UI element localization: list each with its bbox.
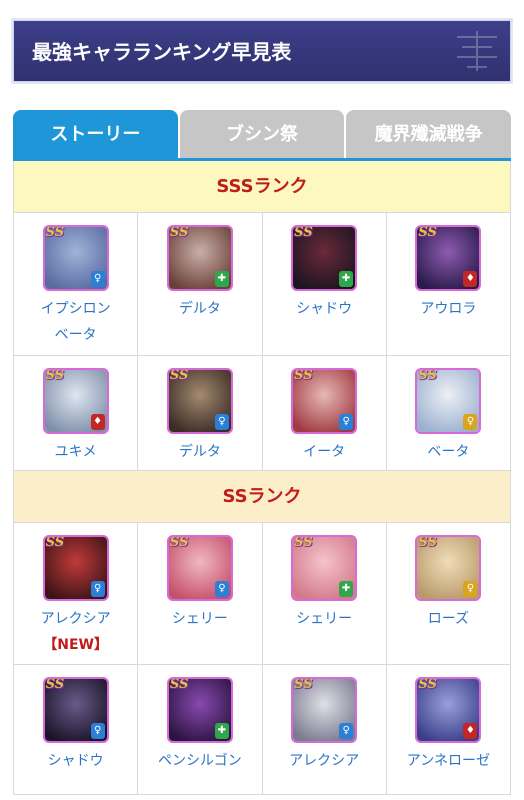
character-portrait[interactable]: SS ♀ bbox=[415, 368, 482, 434]
character-name[interactable]: アンネローゼ bbox=[387, 748, 510, 774]
role-icon: ♀ bbox=[90, 723, 105, 739]
role-icon: ♀ bbox=[90, 581, 105, 597]
character-name[interactable]: デルタ bbox=[138, 296, 261, 322]
character-name[interactable]: シャドウ bbox=[14, 748, 137, 774]
character-card[interactable]: SS ♀ アレクシア【NEW】 bbox=[13, 523, 139, 665]
role-icon: ♦ bbox=[463, 723, 478, 739]
character-portrait[interactable]: SS ✚ bbox=[166, 225, 233, 291]
ranking-grid: SSSランク SS ♀ イプシロン ベータ SS ✚ デルタ SS ✚ シャドウ SS ♦ アウロラ SS ♦… bbox=[13, 161, 511, 795]
character-card[interactable]: SS ♀ シャドウ bbox=[13, 665, 139, 795]
character-name[interactable]: アレクシア bbox=[263, 748, 386, 774]
rarity-badge-icon: SS bbox=[418, 368, 437, 383]
character-card[interactable]: SS ♀ デルタ bbox=[138, 356, 263, 471]
character-name-second[interactable]: ベータ bbox=[14, 322, 137, 348]
character-card[interactable]: SS ✚ シャドウ bbox=[262, 213, 387, 356]
character-card[interactable]: SS ♦ アンネローゼ bbox=[386, 665, 511, 795]
role-icon: ♀ bbox=[214, 414, 229, 430]
role-icon: ♀ bbox=[339, 723, 354, 739]
character-portrait[interactable]: SS ♀ bbox=[291, 677, 358, 743]
character-card[interactable]: SS ♀ ベータ bbox=[386, 356, 511, 471]
role-icon: ✚ bbox=[339, 271, 354, 287]
character-card[interactable]: SS ♀ イプシロン ベータ bbox=[13, 213, 139, 356]
character-portrait[interactable]: SS ♀ bbox=[291, 368, 358, 434]
rarity-badge-icon: SS bbox=[418, 677, 437, 692]
page-title-banner: 最強キャラランキング早見表 bbox=[13, 20, 511, 82]
rank-header: SSランク bbox=[13, 471, 511, 523]
character-portrait[interactable]: SS ♀ bbox=[42, 535, 109, 601]
character-name[interactable]: ベータ bbox=[387, 439, 510, 465]
rarity-badge-icon: SS bbox=[418, 535, 437, 550]
character-name[interactable]: アレクシア bbox=[14, 606, 137, 632]
character-portrait[interactable]: SS ♀ bbox=[42, 225, 109, 291]
character-card[interactable]: SS ✚ ペンシルゴン bbox=[138, 665, 263, 795]
character-portrait[interactable]: SS ♦ bbox=[415, 677, 482, 743]
role-icon: ♀ bbox=[463, 581, 478, 597]
character-portrait[interactable]: SS ✚ bbox=[291, 535, 358, 601]
rarity-badge-icon: SS bbox=[45, 368, 65, 383]
character-portrait[interactable]: SS ♀ bbox=[166, 535, 233, 601]
character-card[interactable]: SS ♀ アレクシア bbox=[262, 665, 387, 795]
character-card[interactable]: SS ♀ イータ bbox=[262, 356, 387, 471]
character-name[interactable]: ペンシルゴン bbox=[138, 748, 261, 774]
ranking-tabs: ストーリー ブシン祭 魔界殲滅戦争 bbox=[13, 110, 512, 160]
rarity-badge-icon: SS bbox=[294, 368, 313, 383]
character-portrait[interactable]: SS ♦ bbox=[42, 368, 109, 434]
tab-demon-war[interactable]: 魔界殲滅戦争 bbox=[346, 110, 512, 160]
tab-story[interactable]: ストーリー bbox=[13, 110, 178, 160]
character-name[interactable]: イータ bbox=[263, 439, 386, 465]
rarity-badge-icon: SS bbox=[169, 225, 189, 240]
character-card[interactable]: SS ✚ デルタ bbox=[138, 213, 263, 356]
character-portrait[interactable]: SS ♦ bbox=[415, 225, 482, 291]
character-card[interactable]: SS ♦ アウロラ bbox=[386, 213, 511, 356]
character-name[interactable]: イプシロン bbox=[14, 296, 137, 322]
character-name[interactable]: シャドウ bbox=[263, 296, 386, 322]
character-card[interactable]: SS ♀ ローズ bbox=[386, 523, 511, 665]
page-title: 最強キャラランキング早見表 bbox=[32, 40, 292, 64]
character-row: SS ♀ アレクシア【NEW】 SS ♀ シェリー SS ✚ シェリー SS ♀ ローズ bbox=[13, 523, 511, 665]
character-name[interactable]: シェリー bbox=[263, 606, 386, 632]
character-name[interactable]: アウロラ bbox=[387, 296, 510, 322]
character-name[interactable]: デルタ bbox=[138, 439, 261, 465]
rarity-badge-icon: SS bbox=[169, 535, 189, 550]
rarity-badge-icon: SS bbox=[169, 677, 189, 692]
character-row: SS ♀ イプシロン ベータ SS ✚ デルタ SS ✚ シャドウ SS ♦ アウロラ bbox=[13, 213, 511, 356]
role-icon: ✚ bbox=[339, 581, 354, 597]
character-portrait[interactable]: SS ✚ bbox=[166, 677, 233, 743]
character-portrait[interactable]: SS ♀ bbox=[415, 535, 482, 601]
role-icon: ✚ bbox=[214, 723, 229, 739]
rarity-badge-icon: SS bbox=[294, 677, 313, 692]
new-label: 【NEW】 bbox=[43, 637, 108, 653]
character-card[interactable]: SS ♀ シェリー bbox=[138, 523, 263, 665]
tab-bushin-festival[interactable]: ブシン祭 bbox=[179, 110, 345, 160]
rarity-badge-icon: SS bbox=[169, 368, 189, 383]
role-icon: ♀ bbox=[90, 271, 105, 287]
role-icon: ✚ bbox=[214, 271, 229, 287]
character-portrait[interactable]: SS ♀ bbox=[42, 677, 109, 743]
character-row: SS ♦ ユキメ SS ♀ デルタ SS ♀ イータ SS ♀ ベータ bbox=[13, 356, 511, 471]
rank-header: SSSランク bbox=[13, 161, 511, 213]
rarity-badge-icon: SS bbox=[45, 535, 65, 550]
character-card[interactable]: SS ✚ シェリー bbox=[262, 523, 387, 665]
rarity-badge-icon: SS bbox=[45, 677, 65, 692]
character-name[interactable]: ローズ bbox=[387, 606, 510, 632]
role-icon: ♦ bbox=[90, 414, 105, 430]
rarity-badge-icon: SS bbox=[45, 225, 65, 240]
role-icon: ♀ bbox=[463, 414, 478, 430]
rarity-badge-icon: SS bbox=[418, 225, 437, 240]
character-name[interactable]: シェリー bbox=[138, 606, 261, 632]
character-portrait[interactable]: SS ✚ bbox=[291, 225, 358, 291]
role-icon: ♦ bbox=[463, 271, 478, 287]
role-icon: ♀ bbox=[214, 581, 229, 597]
title-decoration bbox=[457, 31, 497, 71]
character-row: SS ♀ シャドウ SS ✚ ペンシルゴン SS ♀ アレクシア SS ♦ アンネローゼ bbox=[13, 665, 511, 795]
character-portrait[interactable]: SS ♀ bbox=[166, 368, 233, 434]
character-card[interactable]: SS ♦ ユキメ bbox=[13, 356, 139, 471]
rarity-badge-icon: SS bbox=[294, 225, 313, 240]
rarity-badge-icon: SS bbox=[294, 535, 313, 550]
role-icon: ♀ bbox=[339, 414, 354, 430]
character-name[interactable]: ユキメ bbox=[14, 439, 137, 465]
